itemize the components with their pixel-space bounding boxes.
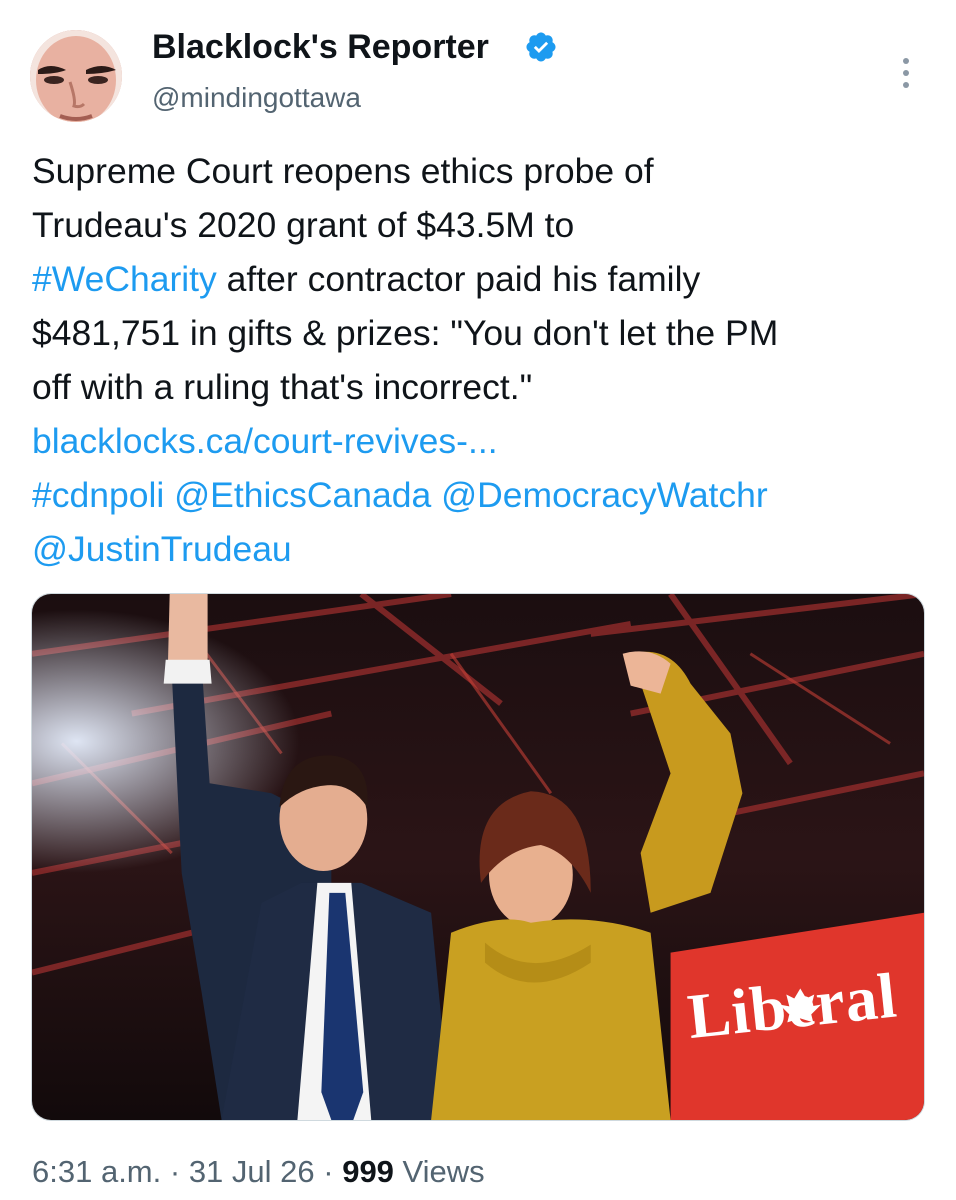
- tweet-text-line: #cdnpoli @EthicsCanada @DemocracyWatchr: [32, 468, 932, 522]
- views-label: Views: [393, 1154, 485, 1189]
- tweet-date[interactable]: 31 Jul 26: [189, 1154, 315, 1189]
- views-count: 999: [342, 1154, 394, 1189]
- tweet-text-line: @JustinTrudeau: [32, 522, 932, 576]
- tweet-text-line: off with a ruling that's incorrect.": [32, 360, 932, 414]
- author-name[interactable]: Blacklock's Reporter: [152, 26, 489, 68]
- tweet-text-segment: after contractor paid his family: [216, 259, 701, 299]
- tweet-card: Blacklock's Reporter @mindingottawa Supr…: [0, 0, 956, 1200]
- tweet-text-line: #WeCharity after contractor paid his fam…: [32, 252, 932, 306]
- tweet-text: Supreme Court reopens ethics probe of Tru…: [32, 144, 932, 576]
- url-link[interactable]: blacklocks.ca/court-revives-...: [32, 421, 498, 461]
- hashtag-link[interactable]: #cdnpoli: [32, 475, 164, 515]
- tweet-text-line: Supreme Court reopens ethics probe of: [32, 144, 932, 198]
- verified-badge-icon: [526, 32, 556, 62]
- tweet-text-segment: off with a ruling that's incorrect.": [32, 367, 533, 407]
- tweet-text-segment: Supreme Court reopens ethics probe of: [32, 151, 654, 191]
- tweet-text-segment: [164, 475, 174, 515]
- tweet-text-line: blacklocks.ca/court-revives-...: [32, 414, 932, 468]
- tweet-text-line: $481,751 in gifts & prizes: "You don't l…: [32, 306, 932, 360]
- mention-link[interactable]: @DemocracyWatchr: [441, 475, 768, 515]
- meta-separator: ·: [161, 1154, 189, 1189]
- mention-link[interactable]: @JustinTrudeau: [32, 529, 292, 569]
- avatar[interactable]: [30, 30, 122, 122]
- tweet-text-segment: [431, 475, 441, 515]
- hashtag-link[interactable]: #WeCharity: [32, 259, 217, 299]
- tweet-text-line: Trudeau's 2020 grant of $43.5M to: [32, 198, 932, 252]
- tweet-meta: 6:31 a.m. · 31 Jul 26 · 999 Views: [32, 1152, 485, 1192]
- meta-separator: ·: [314, 1154, 343, 1189]
- more-options-icon[interactable]: [896, 58, 916, 92]
- mention-link[interactable]: @EthicsCanada: [174, 475, 431, 515]
- author-handle[interactable]: @mindingottawa: [152, 80, 361, 116]
- tweet-text-segment: Trudeau's 2020 grant of $43.5M to: [32, 205, 575, 245]
- avatar-face-image: [30, 30, 122, 122]
- tweet-time[interactable]: 6:31 a.m.: [32, 1154, 161, 1189]
- tweet-text-segment: $481,751 in gifts & prizes: "You don't l…: [32, 313, 779, 353]
